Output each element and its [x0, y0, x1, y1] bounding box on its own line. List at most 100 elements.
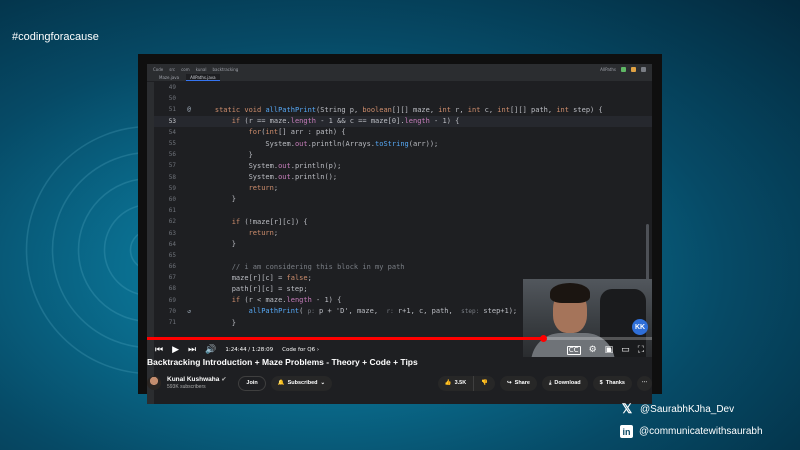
line-number: 53 [168, 117, 176, 125]
code-line: 63 return; [154, 227, 652, 238]
ide-run-toolbar: AllPaths [600, 66, 652, 72]
download-label: Download [554, 380, 581, 386]
channel-info: Kunal Kushwaha ✔ 593K subscribers [167, 376, 226, 390]
thanks-button[interactable]: $ Thanks [592, 375, 632, 391]
video-actions: 👍 3.5K 👎 ↪ Share ⤓ Download $ Thanks ⋯ [437, 375, 652, 391]
channel-avatar[interactable] [147, 376, 161, 390]
download-button[interactable]: ⤓ Download [541, 375, 588, 391]
gear-icon[interactable]: ⚙ [589, 345, 597, 355]
run-icon [621, 66, 626, 72]
thumbs-up-icon: 👍 [444, 380, 452, 386]
line-number: 51 [168, 106, 176, 114]
line-number: 64 [168, 240, 176, 248]
volume-icon[interactable]: 🔊 [205, 345, 216, 355]
ide-tab-maze: Maze.java [159, 75, 180, 80]
fullscreen-icon[interactable]: ⛶ [638, 345, 644, 355]
debug-icon [631, 66, 636, 72]
code-text: path[r][c] = step; [198, 284, 308, 293]
code-text: if (r == maze.length - 1 && c == maze[0]… [231, 117, 460, 126]
more-button[interactable]: ⋯ [637, 375, 652, 391]
linkedin-handle: @communicatewithsaurabh [639, 426, 763, 437]
miniplayer-icon[interactable]: ▣ [605, 345, 614, 355]
channel-name[interactable]: Kunal Kushwaha [167, 376, 219, 383]
stop-icon [641, 66, 646, 72]
bell-icon: 🔔 [277, 380, 285, 386]
code-text: } [198, 150, 253, 159]
code-line: 58 System.out.println(); [154, 172, 652, 183]
share-button[interactable]: ↪ Share [500, 375, 537, 391]
code-line: 50 [154, 93, 652, 104]
code-text: if (!maze[r][c]) { [231, 217, 308, 226]
code-text: } [198, 318, 236, 327]
download-icon: ⤓ [548, 379, 552, 386]
line-number: 69 [168, 296, 176, 304]
share-label: Share [514, 380, 530, 386]
code-line: 60 } [154, 194, 652, 205]
join-button[interactable]: Join [238, 375, 266, 391]
video-meta-row: Kunal Kushwaha ✔ 593K subscribers Join 🔔… [147, 372, 652, 394]
line-number: 71 [168, 319, 176, 327]
code-text: return; [248, 229, 279, 238]
captions-icon[interactable]: CC [566, 345, 581, 355]
code-line: 66 // i am considering this block in my … [154, 261, 652, 272]
code-text: System.out.println(); [198, 173, 338, 182]
video-card: Code src com kunal backtracking AllPaths… [138, 54, 662, 404]
play-icon[interactable]: ▶ [172, 345, 179, 355]
player-controls: ⏮ ▶ ⏭ 🔊 1:24:44 / 1:28:09 Code for Q6 › … [147, 342, 652, 358]
code-line: 56 } [154, 149, 652, 160]
video-player[interactable]: Code src com kunal backtracking AllPaths… [147, 64, 652, 404]
code-line: 64 } [154, 239, 652, 250]
share-icon: ↪ [507, 380, 512, 386]
video-title[interactable]: Backtracking Introduction + Maze Problem… [147, 357, 418, 367]
ide-menu-item: kunal [195, 66, 207, 72]
subscribed-button[interactable]: 🔔 Subscribed ⌄ [270, 375, 333, 391]
code-text: // i am considering this block in my pat… [198, 262, 405, 271]
line-number: 68 [168, 285, 176, 293]
previous-icon[interactable]: ⏮ [155, 345, 163, 355]
line-number: 55 [168, 140, 176, 148]
twitter-handle-row: 𝕏 @SaurabhKJha_Dev [620, 401, 734, 416]
line-number: 65 [168, 251, 176, 259]
code-text: if (r < maze.length - 1) { [231, 296, 342, 305]
ide-menu-item: Code [153, 66, 164, 72]
ide-menubar: Code src com kunal backtracking AllPaths [147, 64, 652, 74]
subscribed-label: Subscribed [287, 380, 318, 386]
like-button[interactable]: 👍 3.5K [437, 375, 475, 391]
code-text: allPathPrint( p: p + 'D', maze, r: r+1, … [248, 307, 518, 316]
code-text: maze[r][c] = false; [198, 273, 312, 282]
line-number: 62 [168, 218, 176, 226]
code-line: 59 return; [154, 183, 652, 194]
progress-bar[interactable] [147, 335, 652, 342]
code-text: } [198, 240, 236, 249]
line-number: 57 [168, 162, 176, 170]
ide-tabbar: Maze.java AllPaths.java [147, 74, 652, 82]
code-line: 51 @ static void allPathPrint(String p, b… [154, 104, 652, 115]
code-text: for(int[] arr : path) { [248, 128, 346, 137]
code-text: System.out.println(Arrays.toString(arr))… [198, 139, 439, 148]
code-line: 49 [154, 82, 652, 93]
ide-menu-item: backtracking [212, 66, 239, 72]
verified-icon: ✔ [221, 377, 227, 383]
hashtag-label: #codingforacause [12, 31, 99, 43]
subscriber-count: 593K subscribers [167, 384, 206, 390]
next-icon[interactable]: ⏭ [188, 345, 196, 355]
line-number: 56 [168, 151, 176, 159]
like-count: 3.5K [454, 380, 467, 386]
code-text: System.out.println(p); [198, 161, 342, 170]
chapter-label[interactable]: Code for Q6 › [282, 347, 319, 353]
line-number: 58 [168, 173, 176, 181]
x-twitter-icon: 𝕏 [621, 401, 633, 416]
channel-name-row[interactable]: Kunal Kushwaha ✔ [167, 376, 226, 383]
ide-menu-item: com [181, 66, 190, 72]
line-number: 63 [168, 229, 176, 237]
code-text: static void allPathPrint(String p, boole… [214, 105, 603, 114]
theater-icon[interactable]: ▭ [621, 345, 630, 355]
gutter-marker: ↺ [187, 307, 191, 315]
presenter-hair [550, 283, 590, 303]
code-line: 55 System.out.println(Arrays.toString(ar… [154, 138, 652, 149]
code-text: return; [248, 184, 279, 193]
code-line: 65 [154, 250, 652, 261]
dislike-button[interactable]: 👎 [474, 375, 496, 391]
line-number: 60 [168, 195, 176, 203]
ide-window: Code src com kunal backtracking AllPaths… [147, 64, 652, 404]
